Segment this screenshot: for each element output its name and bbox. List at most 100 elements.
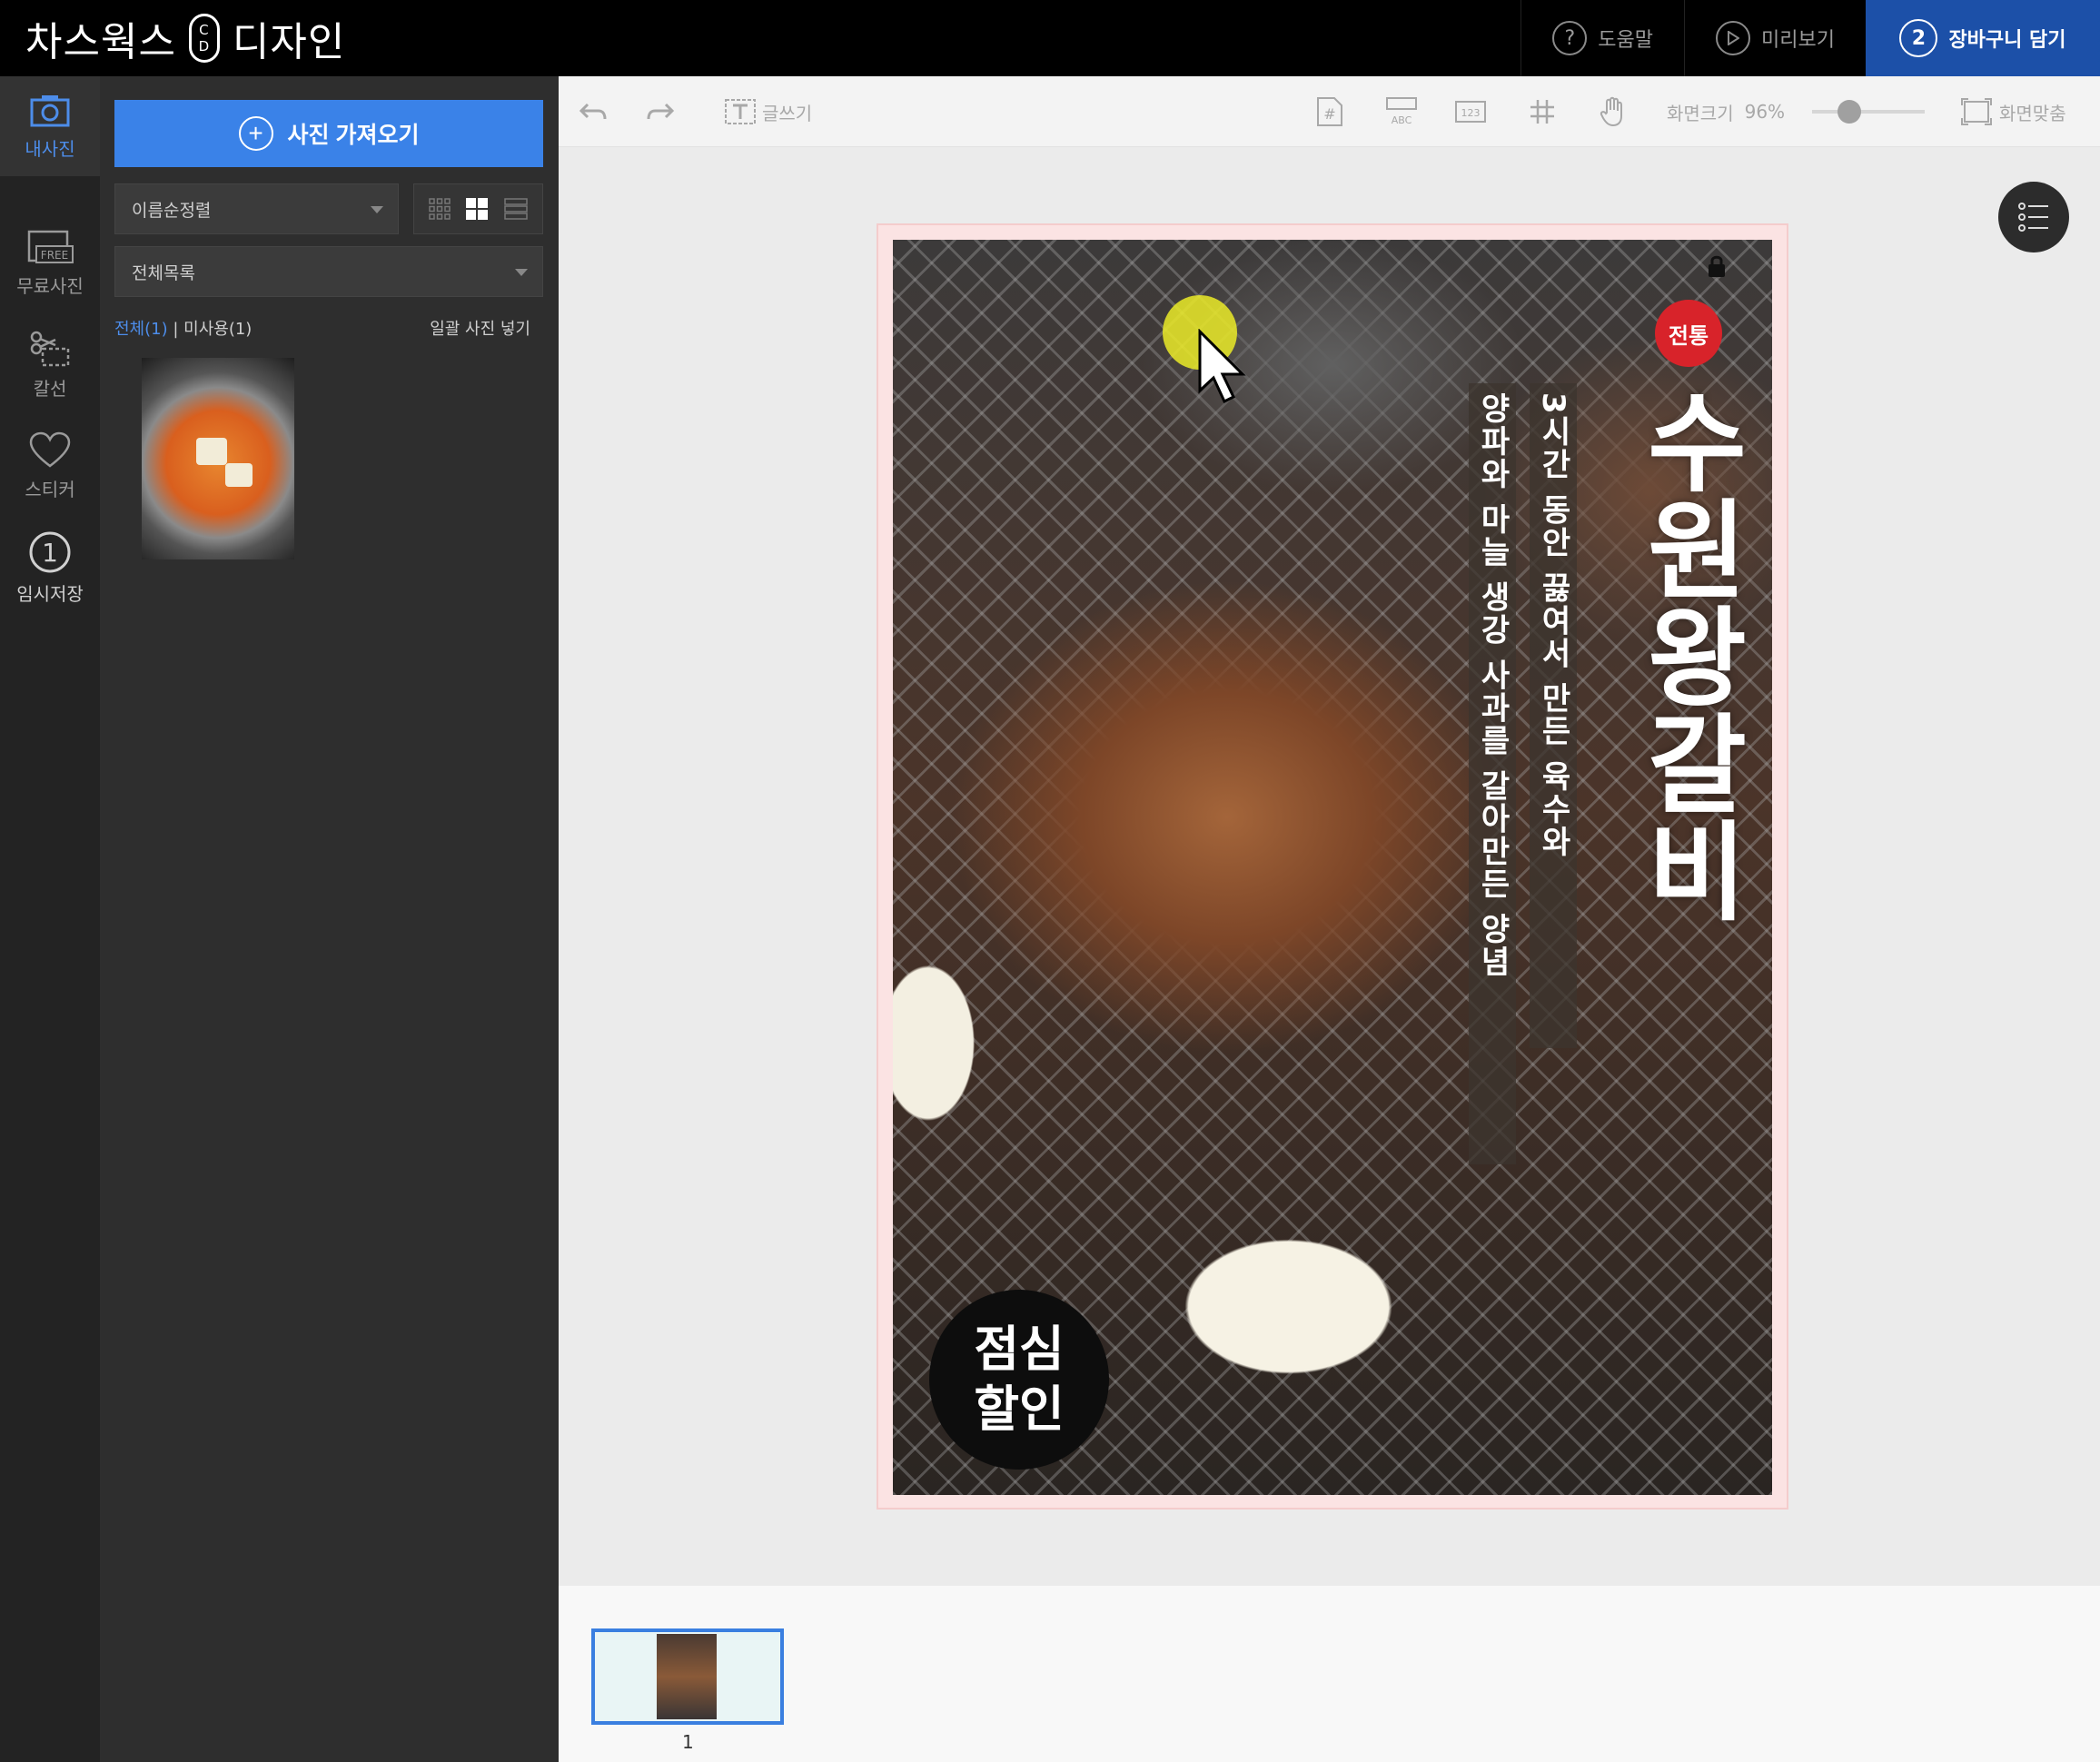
svg-text:ABC: ABC bbox=[1392, 114, 1412, 126]
brand-mark-icon: C D bbox=[188, 14, 220, 63]
number-box-icon: 123 bbox=[1455, 101, 1486, 123]
folder-value: 전체목록 bbox=[132, 262, 195, 283]
photo-thumbnail[interactable] bbox=[142, 358, 294, 559]
number-one-icon: 1 bbox=[29, 531, 71, 572]
filter-all[interactable]: 전체(1) bbox=[114, 320, 168, 339]
rail-label: 스티커 bbox=[25, 478, 75, 500]
write-text-button[interactable]: 글쓰기 bbox=[724, 76, 812, 147]
zoom-value: 96% bbox=[1744, 101, 1786, 123]
help-label: 도움말 bbox=[1598, 29, 1654, 52]
svg-text:FREE: FREE bbox=[41, 249, 68, 262]
badge-line-1: 점심 bbox=[974, 1321, 1065, 1378]
lock-icon[interactable] bbox=[1707, 254, 1727, 278]
text-style-tool[interactable]: ABC bbox=[1385, 76, 1418, 147]
chevron-down-icon bbox=[371, 206, 383, 213]
mouse-cursor-icon bbox=[1198, 329, 1246, 404]
tradition-stamp[interactable]: 전통 bbox=[1655, 300, 1722, 367]
text-band-right[interactable]: 3시간 동안 끓여서 만든 육수와 bbox=[1530, 383, 1577, 1048]
fit-to-screen-label: 화면맞춤 bbox=[1999, 102, 2066, 124]
layers-button[interactable] bbox=[1998, 182, 2069, 252]
undo-button[interactable] bbox=[579, 76, 608, 147]
page-thumbnail[interactable] bbox=[591, 1628, 784, 1725]
write-text-label: 글쓰기 bbox=[762, 102, 813, 124]
zoom-slider-handle[interactable] bbox=[1838, 100, 1861, 124]
add-to-cart-button[interactable]: 2 장바구니 담기 bbox=[1866, 0, 2100, 76]
grid-small-icon[interactable] bbox=[429, 198, 451, 220]
page-number: 1 bbox=[682, 1731, 694, 1753]
svg-text:#: # bbox=[1323, 105, 1335, 123]
editor-toolbar: 글쓰기 # ABC 123 화면크기 96% 화면맞춤 bbox=[559, 76, 2100, 147]
step-two-icon: 2 bbox=[1899, 19, 1938, 57]
filter-unused[interactable]: 미사용(1) bbox=[183, 320, 252, 339]
sort-select[interactable]: 이름순정렬 bbox=[114, 183, 399, 234]
page-frame: 전통 수원왕갈비 3시간 동안 끓여서 만든 육수와 양파와 마늘 생강 사과를… bbox=[877, 223, 1788, 1510]
rail-item-free-photos[interactable]: FREE 무료사진 bbox=[0, 213, 100, 312]
grid-icon bbox=[1530, 100, 1554, 124]
sort-value: 이름순정렬 bbox=[132, 200, 212, 221]
preview-button[interactable]: 미리보기 bbox=[1684, 0, 1866, 76]
bulk-insert-button[interactable]: 일괄 사진 넣기 bbox=[430, 316, 530, 340]
folder-select[interactable]: 전체목록 bbox=[114, 246, 543, 297]
design-artboard[interactable]: 전통 수원왕갈비 3시간 동안 끓여서 만든 육수와 양파와 마늘 생강 사과를… bbox=[893, 240, 1772, 1495]
page-thumbnail-preview bbox=[657, 1634, 717, 1719]
fit-to-screen-button[interactable]: 화면맞춤 bbox=[1961, 76, 2066, 147]
undo-icon bbox=[579, 103, 607, 120]
svg-text:123: 123 bbox=[1461, 107, 1481, 119]
badge-line-2: 할인 bbox=[974, 1381, 1065, 1438]
import-photos-label: 사진 가져오기 bbox=[287, 123, 420, 148]
page-hash-icon: # bbox=[1317, 97, 1342, 126]
brand-name-right: 디자인 bbox=[232, 19, 346, 65]
grid-large-icon[interactable] bbox=[465, 197, 489, 221]
abc-icon: ABC bbox=[1386, 97, 1417, 126]
view-toggle bbox=[413, 183, 543, 234]
heart-icon bbox=[29, 431, 71, 468]
zoom-label: 화면크기 bbox=[1667, 102, 1734, 124]
rail-item-my-photos[interactable]: 내사진 bbox=[0, 76, 100, 176]
list-view-icon[interactable] bbox=[504, 198, 528, 220]
photo-panel: + 사진 가져오기 이름순정렬 전체목록 전체(1) | 미사용(1) 일괄 사… bbox=[100, 76, 559, 1762]
brand-logo: 차스웍스 C D 디자인 bbox=[25, 0, 345, 76]
filter-separator: | bbox=[167, 320, 184, 339]
rail-item-temp-save[interactable]: 1 임시저장 bbox=[0, 518, 100, 618]
page-number-tool[interactable]: # bbox=[1316, 76, 1343, 147]
hand-icon bbox=[1600, 96, 1622, 127]
rail-item-cutline[interactable]: 칼선 bbox=[0, 314, 100, 414]
import-photos-button[interactable]: + 사진 가져오기 bbox=[114, 100, 543, 167]
add-to-cart-label: 장바구니 담기 bbox=[1948, 29, 2066, 52]
rail-label: 무료사진 bbox=[16, 274, 84, 297]
lunch-discount-badge[interactable]: 점심 할인 bbox=[929, 1290, 1109, 1470]
pan-tool[interactable] bbox=[1600, 76, 1627, 147]
help-button[interactable]: ? 도움말 bbox=[1521, 0, 1684, 76]
rail-label: 칼선 bbox=[33, 377, 67, 400]
rail-label: 임시저장 bbox=[16, 582, 84, 605]
photo-filter-row: 전체(1) | 미사용(1) 일괄 사진 넣기 bbox=[114, 316, 543, 343]
page-strip: 1 bbox=[559, 1586, 2100, 1762]
redo-button[interactable] bbox=[646, 76, 675, 147]
number-tool[interactable]: 123 bbox=[1454, 76, 1487, 147]
grid-tool[interactable] bbox=[1529, 76, 1556, 147]
canvas-workspace[interactable]: 전통 수원왕갈비 3시간 동안 끓여서 만든 육수와 양파와 마늘 생강 사과를… bbox=[559, 147, 2100, 1586]
rail-item-sticker[interactable]: 스티커 bbox=[0, 416, 100, 516]
camera-icon bbox=[30, 94, 70, 126]
plus-icon: + bbox=[238, 116, 273, 151]
design-title[interactable]: 수원왕갈비 bbox=[1625, 387, 1751, 923]
list-icon bbox=[2018, 203, 2048, 232]
photo-detail bbox=[196, 438, 227, 465]
zoom-slider-track[interactable] bbox=[1812, 110, 1925, 114]
zoom-readout: 화면크기 96% bbox=[1667, 76, 1785, 147]
top-bar: 차스웍스 C D 디자인 ? 도움말 미리보기 2 장바구니 담기 bbox=[0, 0, 2100, 76]
help-icon: ? bbox=[1552, 21, 1588, 55]
top-actions: ? 도움말 미리보기 2 장바구니 담기 bbox=[1521, 0, 2100, 76]
text-box-icon bbox=[725, 99, 756, 124]
brand-name-left: 차스웍스 bbox=[25, 19, 176, 65]
svg-text:1: 1 bbox=[42, 538, 58, 568]
chevron-down-icon bbox=[515, 269, 528, 276]
photo-detail bbox=[225, 463, 253, 487]
redo-icon bbox=[647, 103, 675, 120]
text-band-left[interactable]: 양파와 마늘 생강 사과를 갈아만든 양념 bbox=[1469, 383, 1516, 1164]
play-icon bbox=[1716, 21, 1751, 55]
free-image-icon: FREE bbox=[27, 230, 74, 263]
scissors-icon bbox=[30, 331, 70, 366]
rail-label: 내사진 bbox=[25, 137, 75, 160]
left-rail: 내사진 FREE 무료사진 칼선 스티커 1 임시저장 bbox=[0, 76, 100, 1762]
